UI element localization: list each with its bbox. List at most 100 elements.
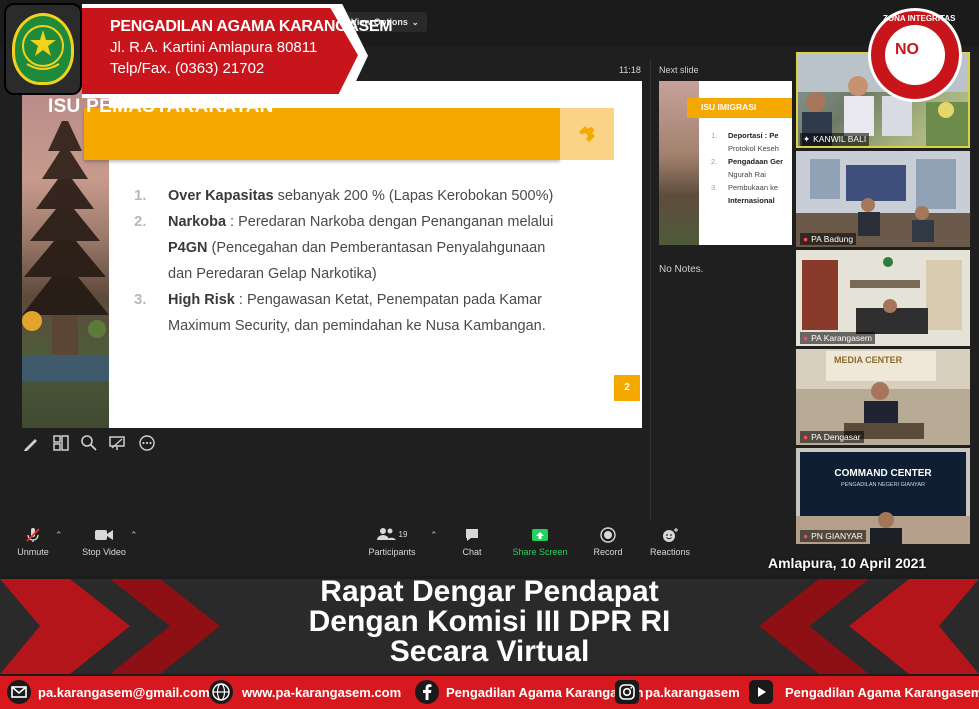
badge-no-text: NO — [895, 41, 919, 58]
share-screen-icon — [532, 529, 548, 541]
record-icon — [600, 527, 616, 543]
chat-icon — [466, 529, 478, 541]
slide-page-number: 2 — [614, 375, 640, 401]
slide-list-item: 3. High Risk : Pengawasan Ketat, Penempat… — [134, 287, 564, 339]
zona-integritas-badge: ZONA INTEGRITAS NO — [868, 8, 962, 102]
item-heading: High Risk — [168, 292, 235, 308]
contact-footer: pa.karangasem@gmail.com www.pa-karangase… — [0, 676, 979, 709]
participant-name-label: ● PA Karangasem — [800, 332, 875, 344]
court-logo — [12, 13, 74, 85]
slide-list-item: 1. Over Kapasitas sebanyak 200 % (Lapas K… — [134, 183, 564, 209]
video-tile-pa-dengasar[interactable]: MEDIA CENTER ● PA Dengasar — [796, 349, 970, 445]
command-center-sign: COMMAND CENTER — [834, 468, 932, 479]
participants-label: Participants — [368, 547, 416, 557]
next-slide-line: Internasional — [728, 196, 775, 205]
item-number: 2. — [134, 213, 147, 230]
globe-icon — [209, 680, 233, 704]
puzzle-icon — [579, 126, 595, 142]
chevron-down-icon: ⌄ — [411, 18, 419, 27]
video-camera-icon — [95, 530, 113, 540]
stop-video-label: Stop Video — [82, 547, 126, 557]
next-slide-line: Protokol Keseh — [728, 144, 779, 153]
current-slide: ISU PEMASYARAKATAN 1. Over Kapasitas seba… — [22, 81, 642, 428]
video-tile-pa-karangasem[interactable]: ● PA Karangasem — [796, 250, 970, 346]
title-line-1: Rapat Dengar Pendapat — [320, 575, 659, 608]
audio-options-caret-icon[interactable]: ⌃ — [55, 530, 63, 541]
slide-bullet-list: 1. Over Kapasitas sebanyak 200 % (Lapas K… — [134, 183, 564, 339]
command-center-subtitle: PENGADILAN NEGERI GIANYAR — [841, 482, 925, 488]
item-heading: Over Kapasitas — [168, 188, 274, 204]
facebook-icon — [415, 680, 439, 704]
participants-options-caret-icon[interactable]: ⌃ — [430, 530, 438, 541]
title-line-3: Secara Virtual — [389, 635, 590, 668]
reactions-button[interactable]: Reactions — [640, 527, 700, 557]
youtube-icon — [749, 680, 773, 704]
muted-microphone-icon — [26, 528, 40, 542]
next-slide-line: 2. Pengadaan Ger — [711, 157, 784, 166]
title-line-2: Dengan Komisi III DPR RI — [308, 605, 671, 638]
participants-button[interactable]: 19 Participants — [362, 527, 422, 557]
media-center-sign: MEDIA CENTER — [834, 355, 903, 365]
unmute-button[interactable]: Unmute — [3, 527, 63, 557]
share-screen-label: Share Screen — [512, 547, 568, 557]
stop-video-button[interactable]: Stop Video — [74, 527, 134, 557]
annotation-toolbar — [22, 434, 172, 454]
item-text: : Peredaran Narkoba dengan Penanganan me… — [226, 214, 554, 230]
video-tile-pa-badung[interactable]: ● PA Badung — [796, 151, 970, 247]
email-icon — [7, 680, 31, 704]
instagram-icon — [615, 680, 639, 704]
muted-mic-icon: ● — [803, 234, 809, 244]
speaker-notes: No Notes. — [659, 264, 704, 275]
chat-label: Chat — [462, 547, 482, 557]
screen-icon[interactable] — [108, 434, 126, 452]
slide-title: ISU PEMASYARAKATAN — [48, 96, 274, 117]
item-heading-secondary: P4GN — [168, 240, 208, 256]
participant-name-label: ● PA Dengasar — [800, 431, 864, 443]
unmute-label: Unmute — [17, 547, 49, 557]
next-slide-preview[interactable]: ISU IMIGRASI 1. Deportasi : Pe Protokol K… — [659, 81, 792, 245]
record-label: Record — [593, 547, 623, 557]
muted-mic-icon: ● — [803, 432, 809, 442]
zoom-icon[interactable] — [80, 434, 98, 452]
next-slide-line: Ngurah Rai — [728, 170, 766, 179]
footer-website[interactable]: www.pa-karangasem.com — [242, 676, 401, 709]
participant-name-label: ✦ KANWIL BALI — [800, 133, 870, 146]
broadcast-frame: View Options ⌄ 11:18 ISU PEMASYARAKATAN … — [0, 0, 979, 709]
item-text-secondary: (Pencegahan dan Pemberantasan Penyalahgu… — [168, 240, 546, 282]
participants-count: 19 — [398, 530, 408, 539]
record-button[interactable]: Record — [578, 527, 638, 557]
pagoda-image — [22, 121, 109, 381]
badge-title: ZONA INTEGRITAS — [883, 14, 956, 23]
court-logo-frame — [4, 3, 82, 95]
slide-list-item: 2. Narkoba : Peredaran Narkoba dengan Pen… — [134, 209, 564, 287]
video-options-caret-icon[interactable]: ⌃ — [130, 530, 138, 541]
muted-mic-icon: ● — [803, 333, 809, 343]
participant-name-label: ● PA Badung — [800, 233, 857, 245]
court-address: Jl. R.A. Kartini Amlapura 80811 — [110, 39, 318, 56]
more-icon[interactable] — [138, 434, 156, 452]
item-number: 1. — [134, 187, 147, 204]
next-slide-line: 3. Pembukaan ke — [711, 183, 779, 192]
pen-icon[interactable] — [22, 434, 40, 452]
next-slide-label: Next slide — [659, 65, 699, 75]
thumbnails-icon[interactable] — [52, 434, 70, 452]
reactions-icon — [663, 528, 678, 542]
video-tile-pn-gianyar[interactable]: COMMAND CENTER PENGADILAN NEGERI GIANYAR… — [796, 448, 970, 544]
item-heading: Narkoba — [168, 214, 227, 230]
participant-name-label: ● PN GIANYAR — [800, 530, 866, 542]
reactions-label: Reactions — [649, 547, 691, 557]
muted-mic-icon: ● — [803, 531, 809, 541]
pin-icon: ✦ — [803, 134, 811, 144]
chat-button[interactable]: Chat — [442, 527, 502, 557]
footer-instagram[interactable]: pa.karangasem — [645, 676, 740, 709]
court-emblem-icon — [22, 25, 64, 70]
share-screen-button[interactable]: Share Screen — [510, 527, 570, 557]
next-slide-title: ISU IMIGRASI — [701, 102, 757, 112]
next-slide-list: 1. Deportasi : Pe Protokol Keseh 2. Pengad… — [711, 129, 792, 207]
footer-email[interactable]: pa.karangasem@gmail.com — [38, 676, 210, 709]
video-gallery: ✦ KANWIL BALI ● PA Badung ● PA Karangase… — [796, 52, 970, 546]
next-slide-line: 1. Deportasi : Pe — [711, 131, 779, 140]
footer-youtube[interactable]: Pengadilan Agama Karangasem — [785, 676, 979, 709]
slide-timer: 11:18 — [619, 65, 641, 75]
panel-divider — [650, 60, 651, 520]
